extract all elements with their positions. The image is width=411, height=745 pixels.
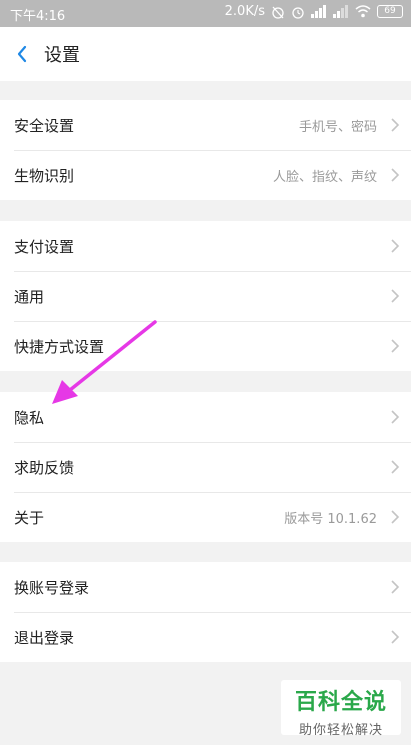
status-bar: 下午4:16 2.0K/s 69	[0, 0, 411, 27]
page-title: 设置	[44, 45, 80, 66]
settings-item-value: 手机号、密码	[298, 119, 377, 135]
settings-item-value: 人脸、指纹、声纹	[272, 169, 377, 185]
settings-item-general[interactable]: 通用	[0, 271, 411, 321]
watermark-subtitle: 助你轻松解决	[298, 723, 383, 738]
settings-item-label: 关于	[14, 508, 45, 527]
settings-item-privacy[interactable]: 隐私	[0, 392, 411, 442]
chevron-right-icon	[391, 580, 400, 594]
chevron-right-icon	[391, 460, 400, 474]
settings-group-account-security: 安全设置 手机号、密码 生物识别 人脸、指纹、声纹	[0, 100, 411, 200]
chevron-right-icon	[391, 239, 400, 253]
back-chevron-icon[interactable]	[10, 40, 38, 68]
alarm-off-icon	[272, 6, 284, 19]
settings-item-label: 支付设置	[14, 237, 75, 256]
settings-group-general: 支付设置 通用 快捷方式设置	[0, 221, 411, 371]
settings-item-label: 安全设置	[14, 116, 75, 135]
settings-item-label: 通用	[14, 287, 45, 306]
status-icons: 2.0K/s 69	[225, 4, 403, 19]
watermark-title: 百科全说	[294, 690, 387, 715]
settings-item-label: 快捷方式设置	[14, 337, 105, 356]
watermark-logo: 百科全说 助你轻松解决	[281, 680, 401, 738]
settings-group-privacy: 隐私 求助反馈 关于 版本号 10.1.62	[0, 392, 411, 542]
chevron-right-icon	[391, 118, 400, 132]
chevron-right-icon	[391, 339, 400, 353]
status-time: 下午4:16	[10, 9, 66, 24]
settings-item-shortcuts[interactable]: 快捷方式设置	[0, 321, 411, 371]
settings-item-label: 求助反馈	[14, 458, 75, 477]
alarm-icon	[292, 6, 304, 19]
battery-icon: 69	[377, 5, 403, 18]
chevron-right-icon	[391, 630, 400, 644]
settings-item-help-feedback[interactable]: 求助反馈	[0, 442, 411, 492]
settings-item-security[interactable]: 安全设置 手机号、密码	[0, 100, 411, 150]
chevron-right-icon	[391, 168, 400, 182]
settings-item-about[interactable]: 关于 版本号 10.1.62	[0, 492, 411, 542]
network-speed: 2.0K/s	[224, 4, 265, 19]
settings-item-label: 换账号登录	[14, 578, 90, 597]
wifi-icon	[355, 5, 371, 18]
title-bar: 设置	[0, 27, 411, 81]
chevron-right-icon	[391, 289, 400, 303]
settings-item-value: 版本号 10.1.62	[284, 511, 377, 527]
settings-item-switch-account[interactable]: 换账号登录	[0, 562, 411, 612]
signal-icon	[311, 5, 326, 18]
settings-item-label: 生物识别	[14, 166, 75, 185]
settings-item-biometrics[interactable]: 生物识别 人脸、指纹、声纹	[0, 150, 411, 200]
chevron-right-icon	[391, 410, 400, 424]
chevron-right-icon	[391, 510, 400, 524]
settings-item-label: 隐私	[14, 408, 45, 427]
settings-item-payment[interactable]: 支付设置	[0, 221, 411, 271]
settings-item-label: 退出登录	[14, 628, 75, 647]
settings-item-logout[interactable]: 退出登录	[0, 612, 411, 662]
settings-group-account: 换账号登录 退出登录	[0, 562, 411, 662]
signal-icon	[333, 5, 348, 18]
